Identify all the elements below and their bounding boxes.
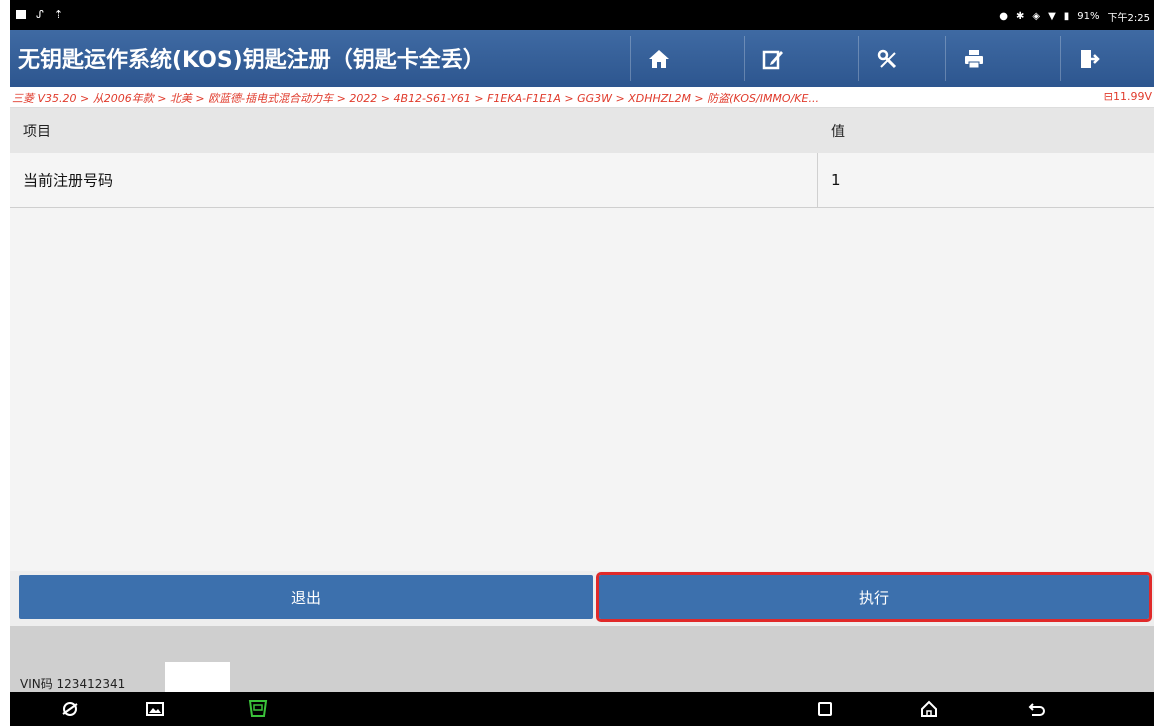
gallery-icon <box>146 702 164 716</box>
browser-button[interactable] <box>58 698 82 720</box>
back-button[interactable] <box>1025 698 1049 720</box>
system-nav-bar <box>10 692 1154 726</box>
diagnose-button[interactable] <box>858 30 916 87</box>
diagnose-icon <box>877 49 897 68</box>
upload-icon: ⇡ <box>53 8 64 21</box>
back-icon <box>1028 703 1045 716</box>
content-area <box>10 208 1154 571</box>
action-bar: 退出 执行 <box>10 571 1154 626</box>
print-button[interactable] <box>945 30 1003 87</box>
data-table: 项目 值 当前注册号码 1 <box>10 108 1154 208</box>
status-bar: ᔑ ⇡ ● ✱ ◈ ▼ ▮ 91% 下午2:25 <box>10 0 1154 30</box>
battery-icon: ▮ <box>1063 11 1070 22</box>
obd-button[interactable] <box>246 698 270 720</box>
wifi-icon: ▼ <box>1048 11 1056 22</box>
battery-level: 91% <box>1077 11 1100 22</box>
location-icon: ● <box>999 11 1008 22</box>
vin-label: VIN码 123412341 <box>20 677 126 691</box>
breadcrumb: 三菱 V35.20 > 从2006年款 > 北美 > 欧蓝德-插电式混合动力车 … <box>10 87 1154 108</box>
clock: 下午2:25 <box>1107 13 1150 24</box>
recent-apps-icon <box>818 702 832 716</box>
browser-icon <box>62 702 78 716</box>
home-nav-button[interactable] <box>917 698 941 720</box>
edit-icon <box>762 50 783 69</box>
table-row[interactable]: 当前注册号码 1 <box>10 153 1154 208</box>
title-bar: 无钥匙运作系统(KOS)钥匙注册（钥匙卡全丢） <box>10 30 1154 87</box>
footer: VIN码 123412341 <box>10 626 1154 692</box>
recent-apps-button[interactable] <box>813 698 837 720</box>
vibrate-icon: ◈ <box>1032 11 1041 22</box>
print-icon <box>965 49 983 68</box>
page-title: 无钥匙运作系统(KOS)钥匙注册（钥匙卡全丢） <box>18 48 485 73</box>
table-header: 项目 值 <box>10 108 1154 153</box>
breadcrumb-path: 三菱 V35.20 > 从2006年款 > 北美 > 欧蓝德-插电式混合动力车 … <box>12 92 819 105</box>
home-icon <box>649 49 669 68</box>
home-nav-icon <box>921 700 937 717</box>
row-item: 当前注册号码 <box>23 171 114 190</box>
exit-button[interactable] <box>1060 30 1118 87</box>
obd-connector-icon <box>248 700 268 717</box>
column-header-item: 项目 <box>23 123 51 140</box>
home-button[interactable] <box>630 30 688 87</box>
battery-voltage: ⊟11.99V <box>1103 90 1152 103</box>
bluetooth-icon: ✱ <box>1015 11 1025 22</box>
edit-button[interactable] <box>744 30 802 87</box>
row-value: 1 <box>831 171 841 189</box>
column-divider <box>817 153 818 207</box>
exit-action-button[interactable]: 退出 <box>19 575 593 619</box>
signal-icon: ᔑ <box>36 8 44 21</box>
execute-button[interactable]: 执行 <box>596 572 1152 622</box>
gallery-button[interactable] <box>143 698 167 720</box>
voltage-icon: ⊟ <box>1103 90 1113 103</box>
exit-icon <box>1081 49 1100 68</box>
column-header-value: 值 <box>831 123 845 140</box>
notification-icon <box>16 10 26 19</box>
vin-redaction <box>165 662 230 692</box>
